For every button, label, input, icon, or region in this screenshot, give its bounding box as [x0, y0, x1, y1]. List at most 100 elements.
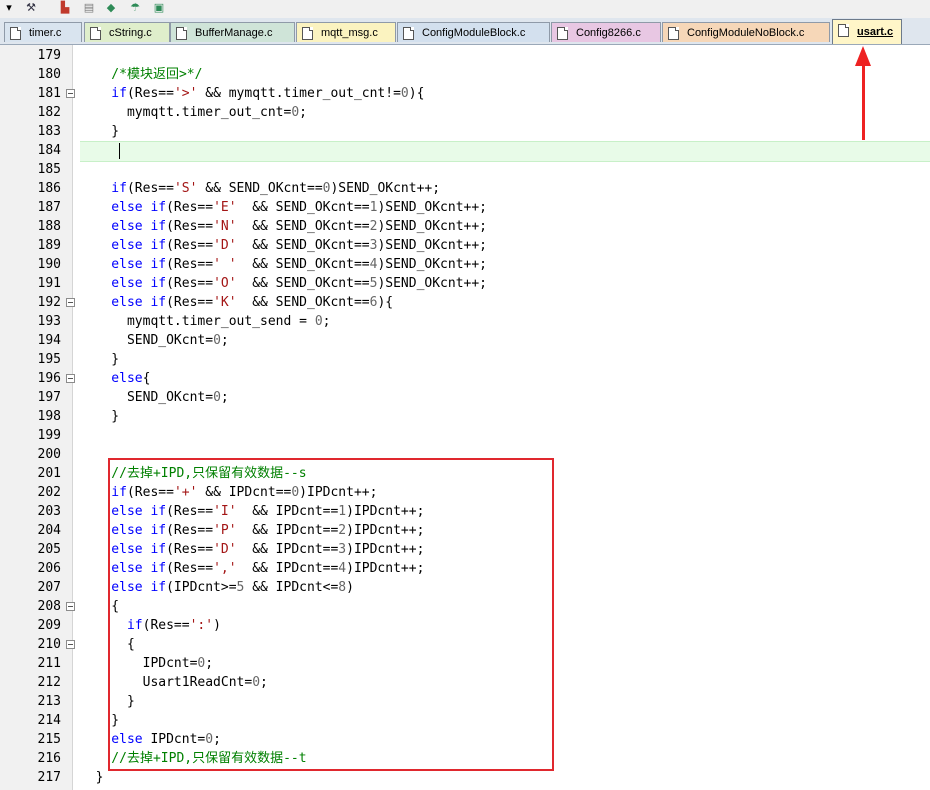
- code-token: if: [80, 181, 127, 196]
- code-token: (Res==: [166, 238, 214, 253]
- line-number: 216: [37, 751, 61, 766]
- tool5-icon[interactable]: ▣: [152, 1, 166, 15]
- code-line[interactable]: }: [80, 122, 119, 141]
- code-line[interactable]: }: [80, 350, 119, 369]
- code-token: else if: [80, 276, 167, 291]
- code-line[interactable]: else if(Res=='O' && SEND_OKcnt==5)SEND_O…: [80, 274, 487, 293]
- line-number: 209: [37, 618, 61, 633]
- tab-timer-c[interactable]: timer.c: [4, 22, 82, 42]
- code-token: (Res==: [166, 295, 214, 310]
- tab-configmodulenoblock-c[interactable]: ConfigModuleNoBlock.c: [662, 22, 830, 42]
- code-token: if: [80, 86, 127, 101]
- tab-label: ConfigModuleNoBlock.c: [687, 27, 805, 39]
- code-token: )SEND_OKcnt++;: [377, 238, 488, 253]
- line-number: 217: [37, 770, 61, 785]
- code-token: )SEND_OKcnt++;: [377, 200, 488, 215]
- code-token: && SEND_OKcnt==: [236, 238, 370, 253]
- line-number: 204: [37, 523, 61, 538]
- code-token: && SEND_OKcnt==: [236, 295, 370, 310]
- dropdown-icon[interactable]: ▾: [2, 1, 16, 15]
- code-line[interactable]: /*模块返回>*/: [80, 65, 202, 84]
- tab-label: Config8266.c: [576, 27, 641, 39]
- tab-cstring-c[interactable]: cString.c: [84, 22, 170, 42]
- code-token: ;: [322, 314, 331, 329]
- code-token: && SEND_OKcnt==: [197, 181, 323, 196]
- line-number: 213: [37, 694, 61, 709]
- code-token: && SEND_OKcnt==: [236, 257, 370, 272]
- fold-toggle-icon[interactable]: [66, 374, 75, 383]
- code-token: 0: [291, 105, 300, 120]
- tab-label: mqtt_msg.c: [321, 27, 378, 39]
- code-line[interactable]: else if(Res=='D' && SEND_OKcnt==3)SEND_O…: [80, 236, 487, 255]
- code-line[interactable]: else if(Res=='K' && SEND_OKcnt==6){: [80, 293, 393, 312]
- file-icon: [403, 27, 414, 40]
- tool4-icon[interactable]: ☂: [128, 1, 142, 15]
- code-token: else if: [80, 238, 167, 253]
- code-line[interactable]: SEND_OKcnt=0;: [80, 388, 229, 407]
- code-line[interactable]: else{: [80, 369, 150, 388]
- code-token: ;: [299, 105, 307, 120]
- line-number: 207: [37, 580, 61, 595]
- code-token: (Res==: [166, 200, 214, 215]
- code-token: ){: [408, 86, 425, 101]
- build-icon[interactable]: ⚒: [24, 1, 38, 15]
- line-number: 179: [37, 48, 61, 63]
- code-token: else: [80, 371, 143, 386]
- line-number: 189: [37, 238, 61, 253]
- fold-toggle-icon[interactable]: [66, 602, 75, 611]
- line-number: 214: [37, 713, 61, 728]
- tab-usart-c[interactable]: usart.c: [832, 19, 902, 44]
- code-token: 'N': [213, 219, 237, 234]
- line-number: 192: [37, 295, 61, 310]
- code-token: 'K': [213, 295, 237, 310]
- code-token: (Res==: [166, 219, 214, 234]
- code-token: 0: [213, 333, 221, 348]
- code-token: 'D': [213, 238, 237, 253]
- code-token: ;: [220, 333, 229, 348]
- file-icon: [838, 24, 849, 37]
- code-token: )SEND_OKcnt++;: [330, 181, 441, 196]
- code-line[interactable]: mymqtt.timer_out_cnt=0;: [80, 103, 307, 122]
- code-line[interactable]: }: [80, 407, 119, 426]
- code-line[interactable]: else if(Res=='N' && SEND_OKcnt==2)SEND_O…: [80, 217, 487, 236]
- line-number: 205: [37, 542, 61, 557]
- editor-tab-bar: timer.c cString.c BufferManage.c mqtt_msg.c…: [0, 18, 930, 45]
- code-token: }: [80, 352, 120, 367]
- code-token: 'O': [213, 276, 237, 291]
- tab-mqtt-msg-c[interactable]: mqtt_msg.c: [296, 22, 396, 42]
- fold-toggle-icon[interactable]: [66, 640, 75, 649]
- code-token: 'S': [173, 181, 198, 196]
- tab-config8266-c[interactable]: Config8266.c: [551, 22, 661, 42]
- code-token: '>': [173, 86, 198, 101]
- line-number: 187: [37, 200, 61, 215]
- code-token: )SEND_OKcnt++;: [377, 276, 488, 291]
- code-line[interactable]: else if(Res==' ' && SEND_OKcnt==4)SEND_O…: [80, 255, 487, 274]
- code-line[interactable]: }: [80, 768, 104, 787]
- tab-configmoduleblock-c[interactable]: ConfigModuleBlock.c: [397, 22, 550, 42]
- code-token: (Res==: [166, 257, 214, 272]
- code-line[interactable]: SEND_OKcnt=0;: [80, 331, 229, 350]
- code-line[interactable]: else if(Res=='E' && SEND_OKcnt==1)SEND_O…: [80, 198, 487, 217]
- code-line[interactable]: if(Res=='>' && mymqtt.timer_out_cnt!=0){: [80, 84, 424, 103]
- tool2-icon[interactable]: ▤: [82, 1, 96, 15]
- current-line-highlight: [80, 141, 930, 162]
- tool1-icon[interactable]: ▙: [58, 1, 72, 15]
- code-line[interactable]: mymqtt.timer_out_send = 0;: [80, 312, 331, 331]
- fold-toggle-icon[interactable]: [66, 298, 75, 307]
- code-token: mymqtt.timer_out_cnt=: [80, 105, 292, 120]
- code-token: (Res==: [166, 276, 214, 291]
- tab-label: usart.c: [857, 26, 894, 38]
- line-number: 193: [37, 314, 61, 329]
- file-icon: [10, 27, 21, 40]
- line-number: 194: [37, 333, 61, 348]
- code-token: }: [80, 770, 104, 785]
- fold-toggle-icon[interactable]: [66, 89, 75, 98]
- code-token: (Res==: [126, 86, 174, 101]
- tab-buffermanage-c[interactable]: BufferManage.c: [170, 22, 295, 42]
- code-token: else if: [80, 200, 167, 215]
- toolbar: ▾ ⚒ ▙ ▤ ◆ ☂ ▣: [0, 0, 930, 18]
- line-number: 183: [37, 124, 61, 139]
- tool3-icon[interactable]: ◆: [104, 1, 118, 15]
- code-line[interactable]: if(Res=='S' && SEND_OKcnt==0)SEND_OKcnt+…: [80, 179, 440, 198]
- code-token: && mymqtt.timer_out_cnt!=: [197, 86, 401, 101]
